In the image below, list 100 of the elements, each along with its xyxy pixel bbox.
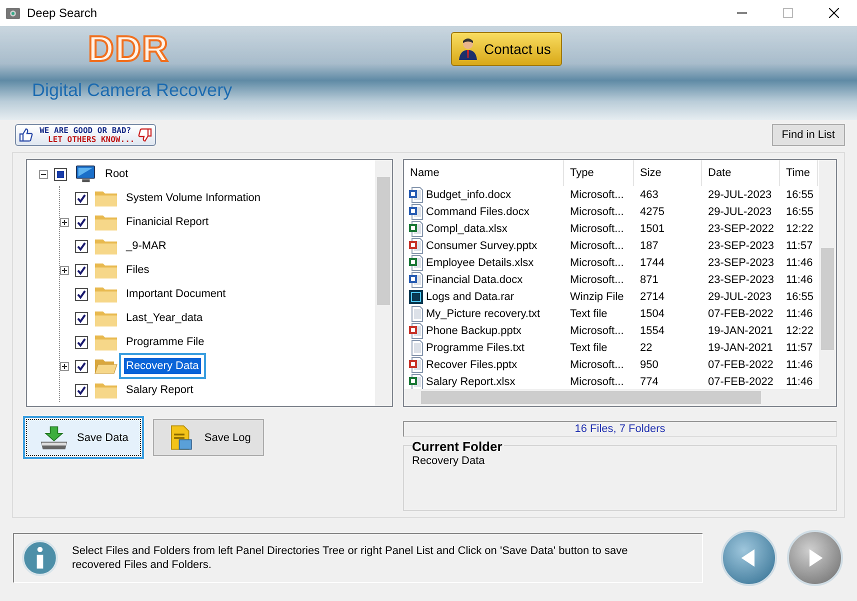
feedback-banner[interactable]: WE ARE GOOD OR BAD? LET OTHERS KNOW... [15, 124, 156, 146]
checkbox[interactable] [75, 336, 88, 348]
checkbox[interactable] [75, 240, 88, 252]
powerpoint-file-icon [409, 322, 423, 338]
file-name[interactable]: Recover Files.pptx [426, 358, 518, 370]
table-cell-text: 774 [639, 376, 660, 388]
file-name[interactable]: Employee Details.xlsx [426, 256, 534, 268]
table-cell-text: 1501 [639, 222, 666, 234]
table-cell-text: 07-FEB-2022 [707, 308, 774, 320]
text-file-icon [409, 306, 423, 322]
tree-item[interactable]: Finanicial Report [124, 214, 211, 230]
window-title: Deep Search [27, 6, 98, 20]
scrollbar[interactable] [819, 160, 836, 389]
checkbox[interactable] [75, 360, 88, 372]
table-cell-text: 11:46 [785, 376, 814, 388]
checkbox[interactable] [75, 288, 88, 300]
table-cell-text: 29-JUL-2023 [707, 290, 773, 302]
checkbox[interactable] [75, 264, 88, 276]
folder-icon [94, 188, 118, 208]
file-name[interactable]: Programme Files.txt [426, 342, 524, 354]
folder-icon [94, 212, 118, 232]
current-folder-value: Recovery Data [412, 455, 486, 467]
table-cell-text: 12:22 [785, 324, 815, 336]
table-cell-text: Microsoft... [569, 376, 625, 388]
excel-file-icon [409, 254, 423, 270]
checkbox[interactable] [54, 168, 67, 180]
tree-item[interactable]: Root [103, 166, 130, 182]
folder-icon [94, 308, 118, 328]
column-header[interactable]: Date [702, 160, 780, 186]
tree-item[interactable]: Recovery Data [124, 358, 201, 374]
feedback-question: WE ARE GOOD OR BAD? [38, 126, 132, 135]
table-cell-text: 463 [639, 188, 660, 200]
table-cell-text: 19-JAN-2021 [707, 324, 774, 336]
checkbox[interactable] [75, 312, 88, 324]
file-name[interactable]: Logs and Data.rar [426, 290, 514, 302]
info-message: Select Files and Folders from left Panel Directories Tree or right Panel List and Click on 'Save Data' button to save recovered Files and Folders. [72, 544, 629, 572]
group-title: Current Folder [412, 439, 504, 454]
table-cell-text: 950 [639, 358, 660, 370]
table-cell-text: 22 [639, 342, 654, 354]
expand-icon[interactable] [60, 362, 69, 370]
checkbox[interactable] [75, 192, 88, 204]
tree-item[interactable]: Programme File [124, 334, 206, 350]
expand-icon[interactable] [60, 218, 69, 226]
download-drive-icon [39, 424, 69, 450]
table-cell-text: 29-JUL-2023 [707, 188, 773, 200]
camera-icon [5, 6, 21, 20]
tree-item[interactable]: Salary Report [124, 382, 196, 398]
checkbox[interactable] [75, 216, 88, 228]
info-icon [22, 540, 58, 576]
table-cell-text: Microsoft... [569, 358, 625, 370]
table-cell-text: 871 [639, 274, 660, 286]
table-cell-text: 4275 [639, 206, 666, 218]
close-icon[interactable] [829, 8, 839, 18]
table-cell-text: 11:46 [785, 308, 814, 320]
tree-item[interactable]: Files [124, 262, 152, 278]
contact-button[interactable]: Contact us [451, 32, 562, 66]
scrollbar[interactable] [375, 160, 392, 406]
column-header[interactable]: Type [564, 160, 634, 186]
file-name[interactable]: Compl_data.xlsx [426, 222, 508, 234]
folder-icon [94, 332, 118, 352]
file-name[interactable]: Phone Backup.pptx [426, 324, 522, 336]
file-name[interactable]: Command Files.docx [426, 206, 530, 218]
table-cell-text: Microsoft... [569, 256, 625, 268]
find-in-list-button[interactable]: Find in List [772, 124, 845, 146]
table-cell-text: 12:22 [785, 222, 815, 234]
table-cell-text: 2714 [639, 290, 666, 302]
word-file-icon [409, 186, 423, 202]
table-cell-text: Microsoft... [569, 222, 625, 234]
excel-file-icon [409, 220, 423, 236]
folder-icon [94, 236, 118, 256]
checkbox[interactable] [75, 384, 88, 396]
logo: DDR [88, 28, 169, 70]
table-cell-text: Text file [569, 308, 608, 320]
tree-item[interactable]: Important Document [124, 286, 228, 302]
file-name[interactable]: My_Picture recovery.txt [426, 308, 540, 320]
scrollbar[interactable] [404, 389, 836, 406]
file-name[interactable]: Consumer Survey.pptx [426, 240, 538, 252]
file-name[interactable]: Financial Data.docx [426, 274, 523, 286]
product-name: Digital Camera Recovery [32, 80, 234, 101]
table-cell-text: 16:55 [785, 188, 815, 200]
expand-icon[interactable] [60, 266, 69, 274]
file-name[interactable]: Budget_info.docx [426, 188, 512, 200]
column-header[interactable]: Size [634, 160, 702, 186]
table-cell-text: Microsoft... [569, 324, 625, 336]
table-cell-text: 1504 [639, 308, 666, 320]
table-cell-text: 29-JUL-2023 [707, 206, 773, 218]
collapse-icon[interactable] [39, 170, 48, 178]
tree-item[interactable]: System Volume Information [124, 190, 263, 206]
tree-item[interactable]: Last_Year_data [124, 310, 205, 326]
folder-icon [94, 260, 118, 280]
file-name[interactable]: Salary Report.xlsx [426, 376, 516, 388]
text-file-icon [409, 340, 423, 356]
table-cell-text: 16:55 [785, 290, 815, 302]
save-data-button[interactable]: Save Data [26, 419, 142, 456]
photoshop-file-icon [409, 288, 423, 304]
feedback-prompt: LET OTHERS KNOW... [47, 135, 135, 144]
save-log-button[interactable]: Save Log [153, 419, 264, 456]
column-header[interactable]: Time [780, 160, 818, 186]
tree-item[interactable]: _9-MAR [124, 238, 168, 254]
column-header[interactable]: Name [404, 160, 564, 186]
